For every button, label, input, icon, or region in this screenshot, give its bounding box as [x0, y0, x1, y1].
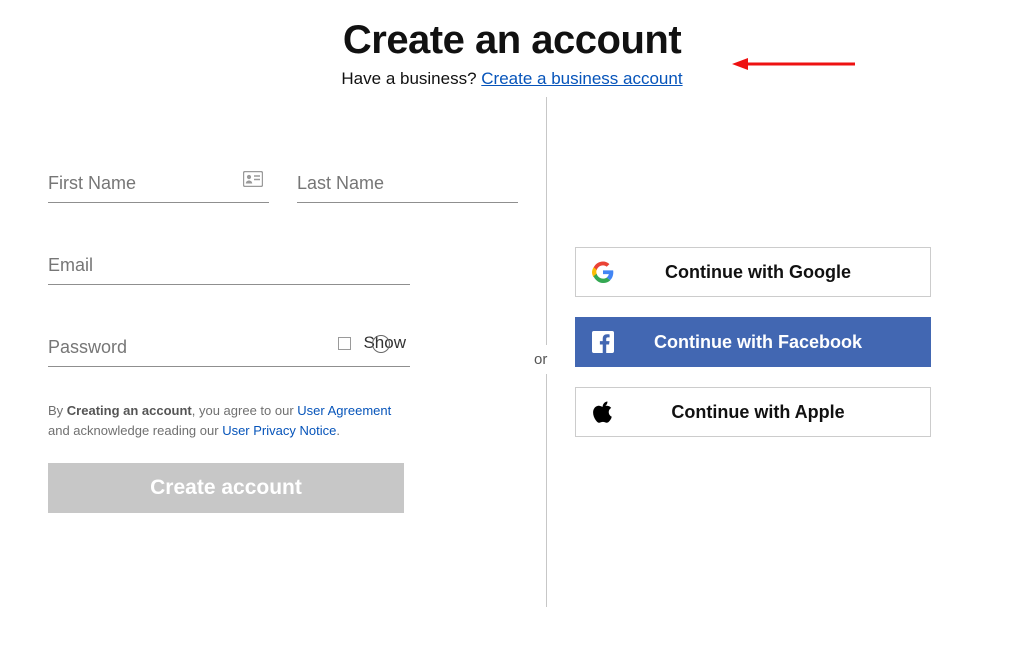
legal-end: . — [336, 423, 340, 438]
first-name-input[interactable] — [48, 167, 269, 203]
google-button-label: Continue with Google — [630, 262, 930, 283]
business-account-link[interactable]: Create a business account — [481, 69, 682, 88]
facebook-icon — [576, 331, 630, 353]
last-name-input[interactable] — [297, 167, 518, 203]
google-icon — [576, 261, 630, 283]
divider-line: or — [546, 97, 547, 607]
email-field-wrap — [48, 249, 410, 285]
annotation-arrow-icon — [730, 54, 860, 74]
show-password-label: Show — [363, 333, 406, 353]
contact-card-icon — [243, 171, 263, 192]
create-account-button[interactable]: Create account — [48, 463, 404, 513]
email-input[interactable] — [48, 249, 410, 285]
signup-form: Show By Creating an account, you agree t… — [48, 97, 518, 627]
show-password-checkbox[interactable] — [338, 337, 351, 350]
or-label: or — [530, 345, 551, 374]
last-name-field-wrap — [297, 167, 518, 203]
first-name-field-wrap — [48, 167, 269, 203]
social-login-panel: Continue with Google Continue with Faceb… — [575, 97, 975, 627]
password-field-wrap: Show — [48, 331, 410, 367]
continue-google-button[interactable]: Continue with Google — [575, 247, 931, 297]
legal-mid2: and acknowledge reading our — [48, 423, 222, 438]
user-agreement-link[interactable]: User Agreement — [297, 403, 391, 418]
legal-mid1: , you agree to our — [192, 403, 298, 418]
apple-icon — [576, 400, 630, 424]
legal-prefix: By — [48, 403, 67, 418]
legal-bold: Creating an account — [67, 403, 192, 418]
legal-text: By Creating an account, you agree to our… — [48, 401, 410, 441]
facebook-button-label: Continue with Facebook — [630, 332, 930, 353]
continue-facebook-button[interactable]: Continue with Facebook — [575, 317, 931, 367]
sub-prefix: Have a business? — [341, 69, 481, 88]
continue-apple-button[interactable]: Continue with Apple — [575, 387, 931, 437]
privacy-notice-link[interactable]: User Privacy Notice — [222, 423, 336, 438]
apple-button-label: Continue with Apple — [630, 402, 930, 423]
